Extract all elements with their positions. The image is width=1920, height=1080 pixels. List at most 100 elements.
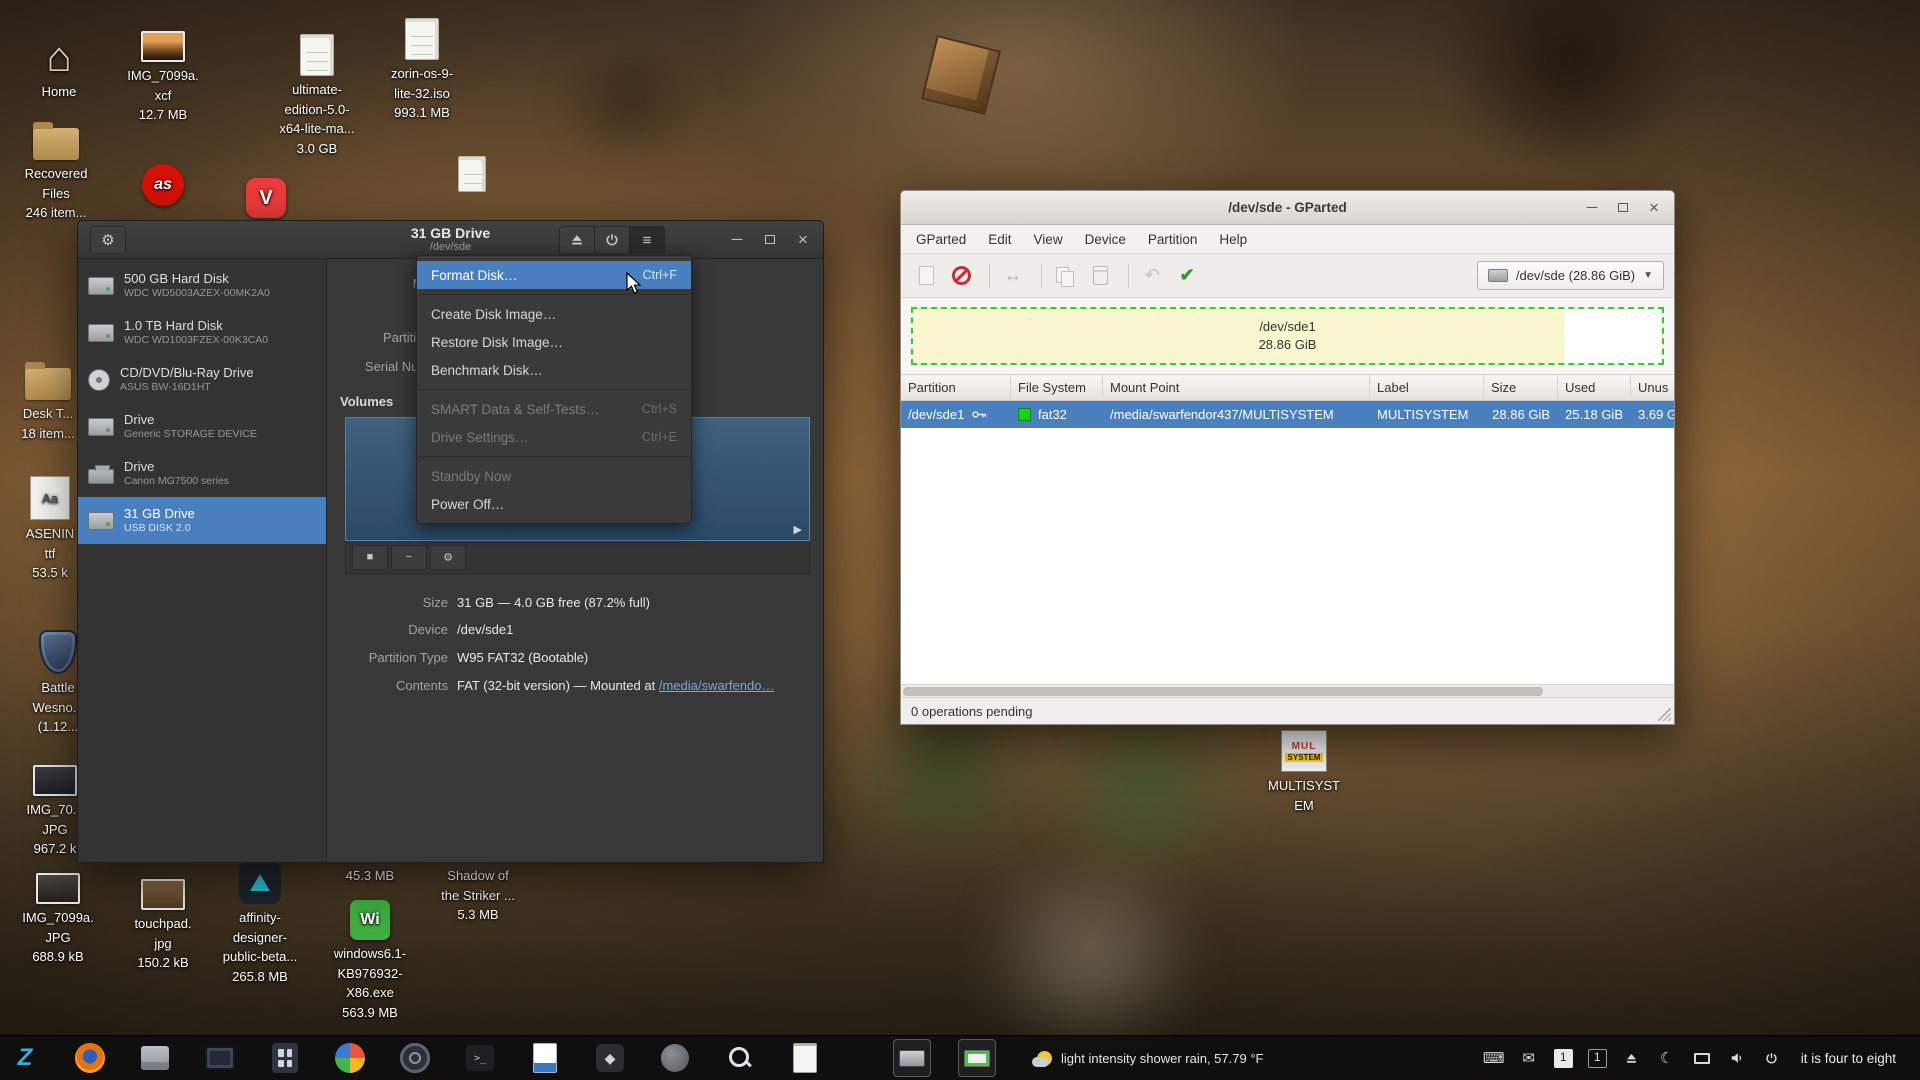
sidebar-drive-1tb[interactable]: 1.0 TB Hard DiskWDC WD1003FZEX-00K3CA0 xyxy=(78,309,326,356)
menu-view[interactable]: View xyxy=(1023,232,1074,247)
menu-help[interactable]: Help xyxy=(1208,232,1258,247)
device-selector[interactable]: /dev/sde (28.86 GiB) ▼ xyxy=(1477,261,1664,290)
desktop-icon-45mb-label[interactable]: 45.3 MB xyxy=(322,866,418,886)
workspace-badge-1[interactable]: 1 xyxy=(1554,1049,1573,1068)
undo-button[interactable]: ↶ xyxy=(1137,261,1167,291)
eject-button[interactable] xyxy=(559,226,595,254)
menu-item-smart-data[interactable]: SMART Data & Self-Tests…Ctrl+S xyxy=(417,395,691,423)
menu-item-restore-disk-image[interactable]: Restore Disk Image… xyxy=(417,328,691,356)
menu-gparted[interactable]: GParted xyxy=(905,232,977,247)
desktop-icon-touchpad-jpg[interactable]: touchpad. jpg 150.2 kB xyxy=(115,862,211,973)
expand-arrow-icon[interactable]: ▶ xyxy=(794,523,802,536)
keyboard-indicator-icon[interactable]: ⌨ xyxy=(1484,1048,1504,1068)
menu-item-standby-now[interactable]: Standby Now xyxy=(417,462,691,490)
weather-indicator[interactable]: light intensity shower rain, 57.79 °F xyxy=(1037,1051,1263,1066)
apply-operations-button[interactable]: ✔ xyxy=(1172,261,1202,291)
menu-item-format-disk[interactable]: Format Disk…Ctrl+F xyxy=(417,261,691,289)
minimize-button[interactable]: ─ xyxy=(725,228,749,252)
screenshot-launcher[interactable] xyxy=(723,1041,757,1075)
delete-partition-button[interactable]: − xyxy=(391,545,427,570)
gear-button[interactable]: ⚙ xyxy=(90,226,126,254)
delete-partition-button[interactable] xyxy=(946,261,976,291)
displays-launcher[interactable] xyxy=(203,1041,237,1075)
fuzzy-clock[interactable]: it is four to eight xyxy=(1801,1051,1896,1066)
firefox-launcher[interactable] xyxy=(73,1041,107,1075)
table-row-sde1[interactable]: /dev/sde1 fat32 /media/swarfendor437/MUL… xyxy=(901,401,1674,428)
display-icon xyxy=(205,1046,235,1070)
new-partition-button[interactable] xyxy=(911,261,941,291)
resize-partition-button[interactable]: ↔ xyxy=(998,261,1028,291)
eject-indicator-icon[interactable] xyxy=(1622,1048,1642,1068)
desktop-icon-windows-exe[interactable]: Wi windows6.1- KB976932- X86.exe 563.9 M… xyxy=(322,892,418,1022)
paste-partition-button[interactable] xyxy=(1085,261,1115,291)
menu-item-drive-settings[interactable]: Drive Settings…Ctrl+E xyxy=(417,423,691,451)
menu-device[interactable]: Device xyxy=(1074,232,1137,247)
desktop-icon-img7099a-xcf[interactable]: IMG_7099a. xcf 12.7 MB xyxy=(115,14,211,125)
icon-label: 246 item... xyxy=(26,203,87,223)
menu-edit[interactable]: Edit xyxy=(977,232,1022,247)
text-editor-launcher[interactable] xyxy=(788,1041,822,1075)
gparted-titlebar[interactable]: /dev/sde - GParted ─ × xyxy=(901,191,1674,225)
desktop-icon-multisystem[interactable]: MUL SYSTEM MULTISYST EM xyxy=(1256,724,1352,815)
menu-partition[interactable]: Partition xyxy=(1137,232,1209,247)
close-button[interactable]: × xyxy=(791,228,815,252)
maximize-button[interactable] xyxy=(758,228,782,252)
desktop-icon-ultimate-edition-iso[interactable]: ultimate- edition-5.0- x64-lite-ma... 3.… xyxy=(269,28,365,158)
horizontal-scrollbar[interactable] xyxy=(901,684,1674,697)
files-launcher[interactable] xyxy=(138,1041,172,1075)
mount-point-link[interactable]: /media/swarfendo… xyxy=(659,678,775,693)
desktop-icon-home[interactable]: ⌂ Home xyxy=(11,30,107,102)
maximize-button[interactable] xyxy=(1611,196,1635,220)
sidebar-drive-31gb-usb[interactable]: 31 GB DriveUSB DISK 2.0 xyxy=(78,497,326,544)
zorin-menu-button[interactable]: Z xyxy=(8,1041,42,1075)
desktop-icon-document[interactable] xyxy=(424,144,520,196)
drive-menu-button[interactable]: ≡ xyxy=(629,226,665,254)
partition-table-header: Partition File System Mount Point Label … xyxy=(901,375,1674,401)
menu-item-power-off[interactable]: Power Off… xyxy=(417,490,691,518)
inkscape-launcher[interactable]: ◆ xyxy=(593,1041,627,1075)
partition-visual-sde1[interactable]: /dev/sde1 28.86 GiB xyxy=(911,307,1664,365)
desktop-icon-zorin-iso[interactable]: zorin-os-9- lite-32.iso 993.1 MB xyxy=(374,12,470,123)
sidebar-drive-generic[interactable]: DriveGeneric STORAGE DEVICE xyxy=(78,403,326,450)
disks-titlebar[interactable]: ⚙ 31 GB Drive /dev/sde ≡ ─ × xyxy=(78,221,823,259)
image-thumbnail-icon xyxy=(141,31,185,62)
power-off-button[interactable] xyxy=(594,226,630,254)
gimp-launcher[interactable] xyxy=(658,1041,692,1075)
sidebar-drive-canon[interactable]: DriveCanon MG7500 series xyxy=(78,450,326,497)
menu-item-benchmark-disk[interactable]: Benchmark Disk… xyxy=(417,356,691,384)
desktop-icon-shadow-striker[interactable]: Shadow of the Striker ... 5.3 MB xyxy=(430,866,526,925)
sidebar-drive-optical[interactable]: CD/DVD/Blu-Ray DriveASUS BW-16D1HT xyxy=(78,356,326,403)
sidebar-drive-500gb[interactable]: 500 GB Hard DiskWDC WD5003AZEX-00MK2A0 xyxy=(78,262,326,309)
desktop-icon-recovered-files[interactable]: Recovered Files 246 item... xyxy=(8,112,104,223)
volume-indicator-icon[interactable] xyxy=(1727,1048,1747,1068)
scrollbar-thumb[interactable] xyxy=(903,687,1543,696)
power-indicator-icon[interactable] xyxy=(1762,1048,1782,1068)
unmount-button[interactable]: ■ xyxy=(352,545,388,570)
desktop-icon-lastfm[interactable]: as xyxy=(115,158,211,210)
desktop-icon-img7099a-jpg[interactable]: IMG_7099a. JPG 688.9 kB xyxy=(10,856,106,967)
terminal-launcher[interactable]: >_ xyxy=(463,1041,497,1075)
desktop-icon-vivaldi[interactable]: V xyxy=(218,170,314,222)
weather-label: light intensity shower rain, 57.79 °F xyxy=(1061,1051,1263,1066)
desktop-icon-affinity-designer[interactable]: affinity- designer- public-beta... 265.8… xyxy=(212,856,308,986)
workspace-badge-2[interactable]: 1 xyxy=(1588,1049,1607,1068)
calculator-launcher[interactable] xyxy=(268,1041,302,1075)
usb-drive-icon xyxy=(88,512,114,530)
minimize-button[interactable]: ─ xyxy=(1580,196,1604,220)
display-indicator-icon[interactable] xyxy=(1692,1048,1712,1068)
night-light-icon[interactable]: ☾ xyxy=(1657,1048,1677,1068)
icon-label: jpg xyxy=(154,934,171,954)
close-button[interactable]: × xyxy=(1642,196,1666,220)
writer-launcher[interactable] xyxy=(528,1041,562,1075)
additional-options-button[interactable]: ⚙ xyxy=(430,545,466,570)
copy-partition-button[interactable] xyxy=(1050,261,1080,291)
software-center-launcher[interactable] xyxy=(333,1041,367,1075)
resize-grip[interactable] xyxy=(1658,708,1671,721)
menu-item-create-disk-image[interactable]: Create Disk Image… xyxy=(417,300,691,328)
gparted-window: /dev/sde - GParted ─ × GParted Edit View… xyxy=(900,190,1675,725)
messages-indicator-icon[interactable]: ✉ xyxy=(1519,1048,1539,1068)
web-browser-launcher[interactable] xyxy=(398,1041,432,1075)
window-title-text: 31 GB Drive xyxy=(411,225,490,241)
running-app-gnome-disks[interactable] xyxy=(893,1039,931,1077)
running-app-gparted[interactable] xyxy=(958,1039,996,1077)
